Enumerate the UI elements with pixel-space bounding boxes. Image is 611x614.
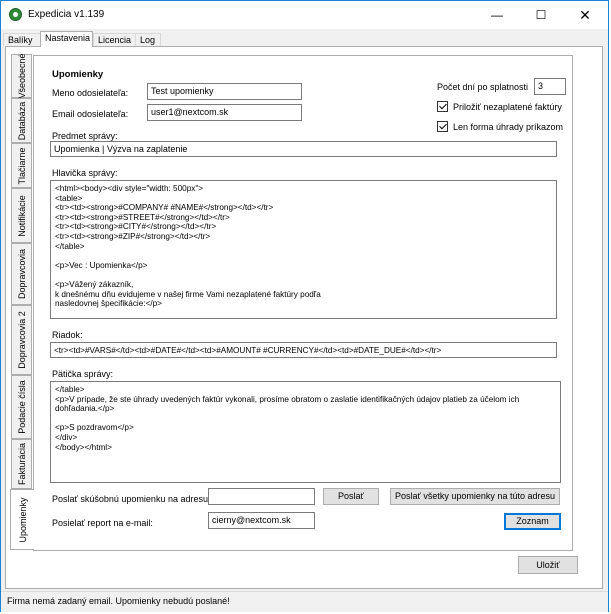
side-tab-fakturacia[interactable]: Fakturácia — [11, 439, 32, 489]
test-send-email-input[interactable] — [208, 488, 315, 505]
side-tabs: Všeobecné Databáza Tlačiarne Notifikácie… — [10, 53, 34, 552]
upomienky-content: Upomienky Meno odosielateľa: Test upomie… — [33, 55, 573, 551]
minimize-button[interactable]: — — [476, 1, 518, 29]
test-send-label: Poslať skúšobnú upomienku na adresu: — [52, 494, 211, 504]
status-bar: Firma nemá zadaný email. Upomienky nebud… — [1, 591, 608, 612]
side-tab-podacie-cisla[interactable]: Podacie čísla — [11, 375, 32, 439]
tab-log[interactable]: Log — [135, 33, 161, 46]
window-title: Expedicia v1.139 — [28, 9, 105, 20]
header-textarea[interactable]: <html><body><div style="width: 500px"> <… — [50, 180, 557, 319]
main-tabs: Balíky Nastavenia Licencia Log — [1, 31, 608, 47]
footer-textarea[interactable]: </table> <p>V prípade, že ste úhrady uve… — [50, 381, 561, 483]
app-window: Expedicia v1.139 — ☐ ✕ Balíky Nastavenia… — [0, 0, 609, 612]
side-tab-dopravcovia[interactable]: Dopravcovia — [11, 243, 32, 305]
header-label: Hlavička správy: — [52, 168, 118, 178]
attach-unpaid-checkbox[interactable] — [437, 101, 448, 112]
tab-nastavenia[interactable]: Nastavenia — [40, 31, 93, 47]
send-all-button[interactable]: Poslať všetky upomienky na túto adresu — [390, 488, 560, 505]
maximize-button[interactable]: ☐ — [520, 1, 562, 29]
order-payment-checkbox[interactable] — [437, 121, 448, 132]
save-button[interactable]: Uložiť — [518, 556, 578, 574]
app-icon — [9, 8, 22, 21]
subject-label: Predmet správy: — [52, 131, 118, 141]
list-button[interactable]: Zoznam — [504, 513, 561, 530]
side-tab-upomienky[interactable]: Upomienky — [10, 489, 34, 550]
sender-email-label: Email odosielateľa: — [52, 109, 129, 119]
section-title: Upomienky — [52, 69, 104, 80]
close-button[interactable]: ✕ — [564, 1, 606, 29]
side-tab-databaza[interactable]: Databáza — [11, 98, 32, 143]
sender-name-input[interactable]: Test upomienky — [147, 83, 302, 100]
days-after-due-label: Počet dní po splatnosti — [437, 82, 529, 92]
tab-baliky[interactable]: Balíky — [3, 33, 41, 46]
sender-name-label: Meno odosielateľa: — [52, 88, 129, 98]
order-payment-label: Len forma úhrady príkazom — [453, 122, 564, 132]
side-tab-tlaciarne[interactable]: Tlačiarne — [11, 143, 32, 188]
days-after-due-input[interactable]: 3 — [534, 78, 566, 95]
status-text: Firma nemá zadaný email. Upomienky nebud… — [7, 596, 230, 606]
footer-label: Pätička správy: — [52, 369, 114, 379]
title-bar: Expedicia v1.139 — ☐ ✕ — [1, 1, 608, 29]
subject-input[interactable]: Upomienka | Výzva na zaplatenie — [50, 141, 557, 157]
attach-unpaid-label: Priložiť nezaplatené faktúry — [453, 102, 562, 112]
side-tab-vseobecne[interactable]: Všeobecné — [11, 53, 32, 99]
send-button[interactable]: Poslať — [323, 488, 379, 505]
row-input[interactable]: <tr><td>#VARS#</td><td>#DATE#</td><td>#A… — [50, 342, 557, 358]
row-label: Riadok: — [52, 330, 83, 340]
side-tab-notifikacie[interactable]: Notifikácie — [11, 188, 32, 243]
report-email-input[interactable]: cierny@nextcom.sk — [208, 512, 315, 529]
sender-email-input[interactable]: user1@nextcom.sk — [147, 104, 302, 121]
report-label: Posielať report na e-mail: — [52, 518, 153, 528]
tab-licencia[interactable]: Licencia — [93, 33, 136, 46]
side-tab-dopravcovia-2[interactable]: Dopravcovia 2 — [11, 305, 32, 375]
